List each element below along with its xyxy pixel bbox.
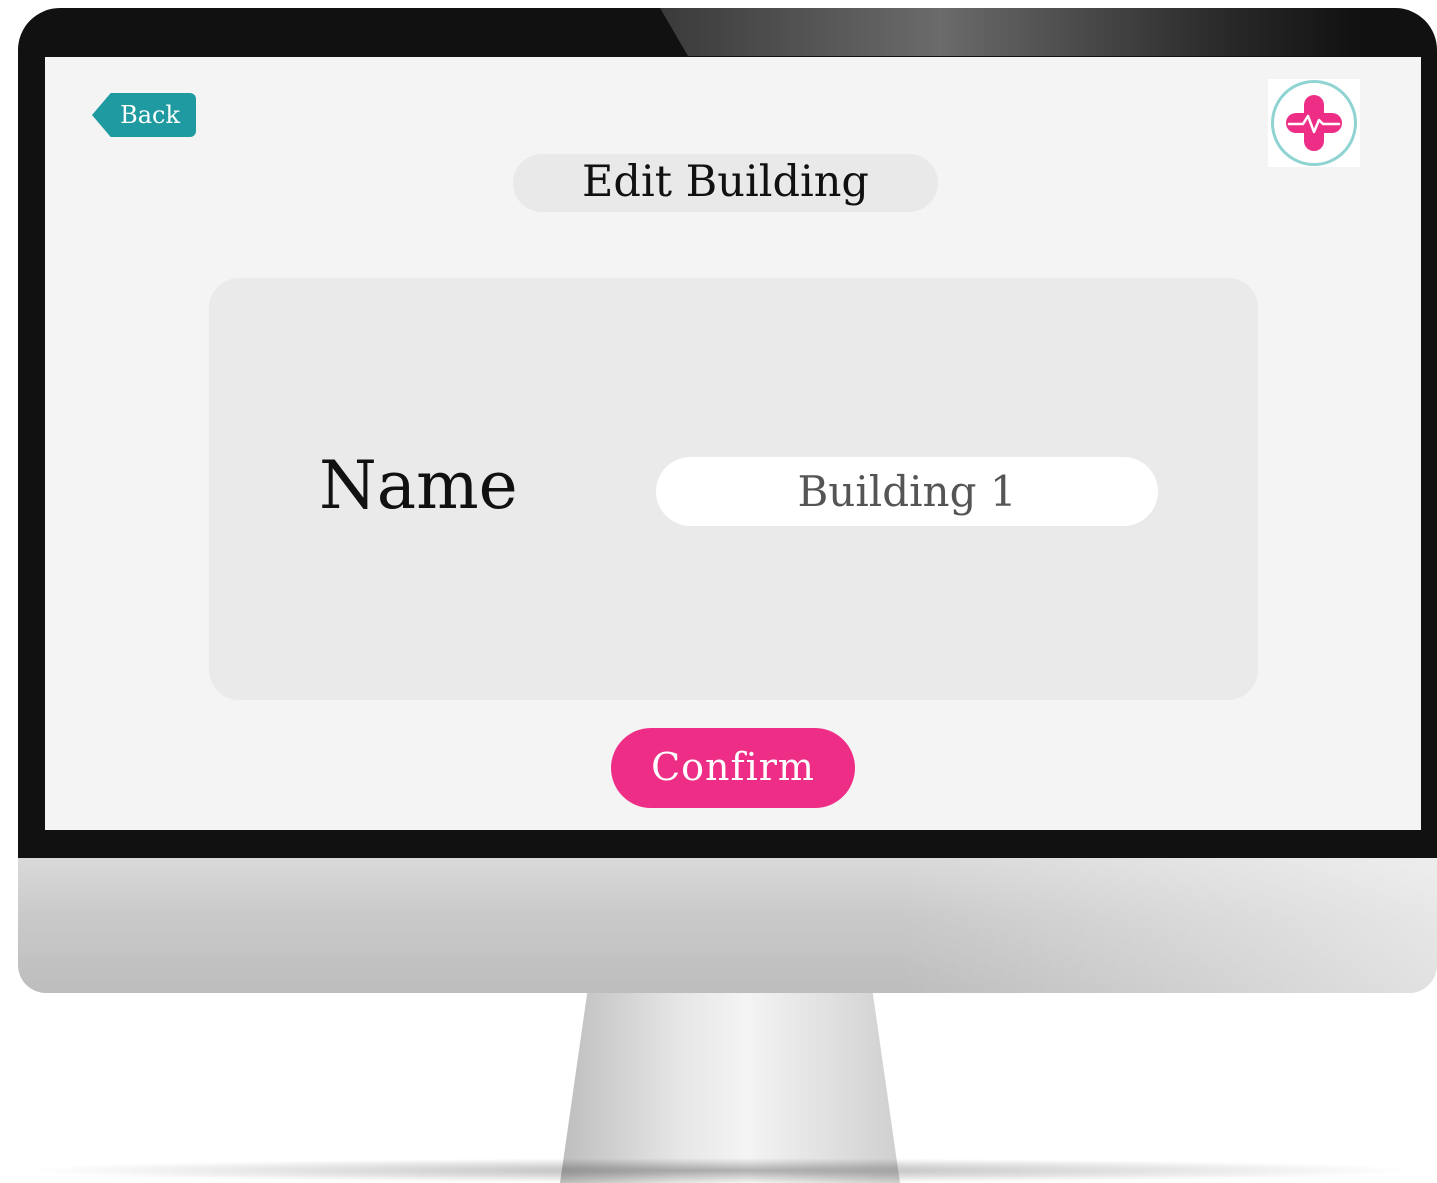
monitor-chin-shine: [900, 858, 1437, 993]
app-logo: [1268, 79, 1360, 167]
page-title: Edit Building: [513, 154, 938, 212]
monitor-stand: [560, 993, 900, 1183]
logo-ring: [1271, 80, 1357, 166]
back-button[interactable]: Back: [92, 93, 196, 137]
monitor-glare: [660, 8, 1360, 56]
medical-cross-heartbeat-icon: [1286, 95, 1342, 151]
confirm-button[interactable]: Confirm: [611, 728, 855, 808]
back-button-label: Back: [120, 101, 180, 129]
floor-shadow: [20, 1158, 1420, 1183]
name-label: Name: [319, 447, 518, 524]
name-input[interactable]: [656, 457, 1158, 526]
confirm-button-label: Confirm: [651, 745, 815, 789]
edit-form-panel: Name: [209, 278, 1258, 700]
app-screen: Back Edit Building Name Confirm: [45, 57, 1421, 830]
